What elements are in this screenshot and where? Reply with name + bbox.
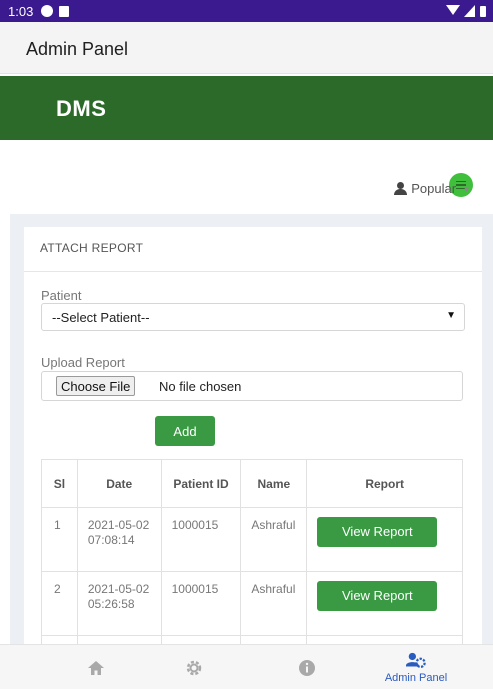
gear-icon [186, 660, 202, 675]
notification-icon [41, 5, 54, 17]
caret-down-icon: ▼ [462, 183, 471, 194]
app-bar: Admin Panel [0, 22, 493, 74]
select-arrow-icon: ▼ [446, 310, 456, 321]
header-report: Report [306, 459, 463, 508]
attach-report-panel: ATTACH REPORT Patient --Select Patient--… [24, 227, 482, 689]
nav-admin-panel[interactable]: Admin Panel [376, 645, 456, 689]
header-patient-id: Patient ID [160, 459, 242, 508]
cell-sl: 1 [41, 507, 78, 572]
table-row: 1 2021-05-02 07:08:14 1000015 Ashraful V… [41, 507, 463, 572]
status-bar: 1:03 [0, 0, 493, 22]
panel-title: ATTACH REPORT [40, 241, 144, 255]
table-row: 2 2021-05-02 05:26:58 1000015 Ashraful V… [41, 571, 463, 636]
brand-logo-text[interactable]: DMS [56, 96, 106, 122]
patient-select-value: --Select Patient-- [52, 310, 150, 325]
upload-report-field[interactable]: Choose File No file chosen [41, 371, 463, 401]
user-menu[interactable]: Popular ▼ [394, 181, 471, 196]
header-name: Name [240, 459, 308, 508]
nav-home[interactable] [56, 645, 136, 689]
header-sl: Sl [41, 459, 78, 508]
cell-patient-id: 1000015 [160, 507, 242, 572]
user-name: Popular [411, 181, 457, 196]
home-icon [88, 660, 104, 675]
user-icon [394, 182, 408, 195]
user-bar: Popular ▼ [0, 170, 493, 210]
table-header-row: Sl Date Patient ID Name Report [41, 459, 463, 508]
patient-label: Patient [41, 288, 82, 303]
patient-select[interactable]: --Select Patient-- ▼ [41, 303, 465, 331]
app-title: Admin Panel [26, 39, 129, 59]
signal-icon [464, 5, 475, 17]
cell-sl: 2 [41, 571, 78, 636]
sd-card-icon [59, 5, 70, 17]
battery-icon [480, 6, 486, 17]
cell-date: 2021-05-02 05:26:58 [76, 571, 162, 636]
no-file-text: No file chosen [159, 379, 242, 394]
cell-report: View Report [306, 571, 463, 636]
upload-report-label: Upload Report [41, 355, 125, 370]
choose-file-button[interactable]: Choose File [56, 376, 136, 396]
view-report-button[interactable]: View Report [317, 517, 438, 547]
view-report-button[interactable]: View Report [317, 581, 438, 611]
cell-name: Ashraful [240, 507, 308, 572]
bottom-navigation: Admin Panel [0, 644, 493, 689]
panel-divider [24, 271, 482, 272]
nav-info[interactable] [267, 645, 347, 689]
add-button[interactable]: Add [155, 416, 215, 446]
nav-settings[interactable] [154, 645, 234, 689]
cell-report: View Report [306, 507, 463, 572]
header-date: Date [76, 459, 162, 508]
admin-icon [406, 652, 426, 669]
status-time: 1:03 [8, 3, 34, 19]
wifi-icon [446, 5, 460, 15]
nav-admin-panel-label: Admin Panel [384, 672, 448, 684]
cell-name: Ashraful [240, 571, 308, 636]
info-icon [299, 659, 315, 676]
cell-patient-id: 1000015 [160, 571, 242, 636]
cell-date: 2021-05-02 07:08:14 [76, 507, 162, 572]
brand-bar: DMS [0, 76, 493, 197]
